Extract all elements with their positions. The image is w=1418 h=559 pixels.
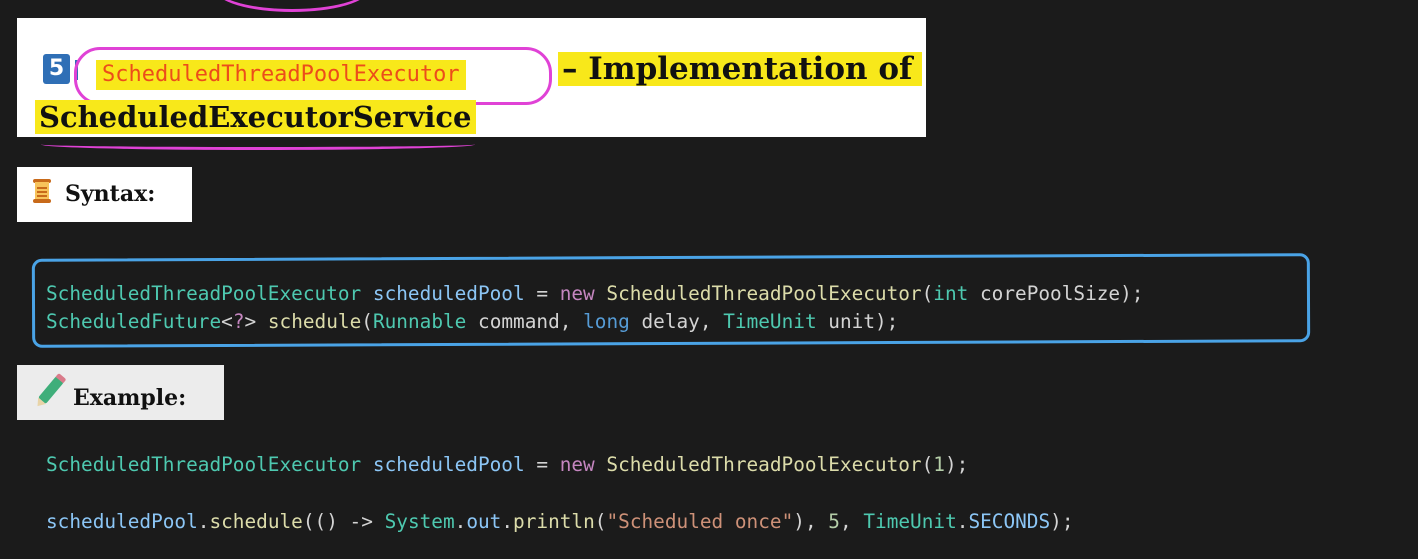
code-token: delay, — [629, 310, 724, 333]
code-token: TimeUnit — [723, 310, 817, 333]
code-token: ScheduledThreadPoolExecutor — [46, 453, 362, 476]
example-label: Example: — [17, 365, 224, 420]
code-line: ScheduledThreadPoolExecutor scheduledPoo… — [46, 451, 968, 479]
code-token: schedule — [209, 510, 303, 533]
code-token: . — [197, 510, 210, 533]
annotation-underline — [41, 139, 475, 150]
code-token: ? — [232, 310, 245, 333]
code-token: ); — [944, 453, 969, 476]
code-token: ), — [793, 510, 829, 533]
code-token: = — [524, 453, 560, 476]
code-token: SECONDS — [968, 510, 1051, 533]
code-token: ( — [921, 453, 934, 476]
code-token: new — [559, 282, 595, 305]
code-token: 5 — [828, 510, 840, 533]
code-token: new — [559, 453, 595, 476]
number-5-icon: 5 — [43, 54, 78, 84]
example-label-text: Example: — [73, 385, 187, 411]
code-token: TimeUnit — [863, 510, 957, 533]
annotation-circle — [74, 47, 552, 105]
code-token: . — [454, 510, 467, 533]
code-token: ( — [361, 310, 373, 333]
title-rest: – Implementation of — [558, 52, 923, 86]
pencil-icon — [38, 376, 64, 404]
code-token: > — [244, 310, 268, 333]
syntax-label-text: Syntax: — [65, 181, 156, 207]
code-token: schedule — [267, 310, 362, 333]
example-code-line: scheduledPool.schedule(() -> System.out.… — [46, 508, 1074, 536]
code-token: "Scheduled once" — [606, 510, 794, 533]
code-token: println — [513, 510, 595, 533]
code-token: scheduledPool — [46, 510, 198, 533]
code-token: . — [956, 510, 969, 533]
code-token: scheduledPool — [372, 453, 525, 476]
code-token: 1 — [933, 453, 945, 476]
code-token: < — [221, 310, 233, 333]
code-token: ScheduledFuture — [46, 310, 222, 333]
scroll-icon — [33, 179, 51, 203]
code-token: Runnable — [372, 310, 467, 333]
code-token: System — [384, 510, 455, 533]
title-line2: ScheduledExecutorService — [35, 100, 476, 134]
code-token: command, — [466, 310, 584, 333]
code-token: ( — [594, 510, 607, 533]
code-token: ScheduledThreadPoolExecutor — [606, 453, 922, 476]
code-token: ScheduledThreadPoolExecutor — [606, 282, 922, 305]
code-token: = — [524, 282, 560, 305]
code-line: scheduledPool.schedule(() -> System.out.… — [46, 508, 1074, 536]
annotation-arc — [215, 0, 369, 12]
code-token: ( — [921, 282, 934, 305]
code-token: scheduledPool — [372, 282, 525, 305]
code-token: (() -> — [302, 510, 385, 533]
code-token: unit); — [816, 310, 899, 333]
code-token: ); — [1050, 510, 1074, 533]
syntax-code-block: ScheduledThreadPoolExecutor scheduledPoo… — [46, 280, 1143, 336]
code-token: corePoolSize); — [968, 282, 1144, 305]
code-line: ScheduledThreadPoolExecutor scheduledPoo… — [46, 280, 1143, 308]
code-token: ScheduledThreadPoolExecutor — [46, 282, 362, 305]
example-code-line: ScheduledThreadPoolExecutor scheduledPoo… — [46, 451, 968, 479]
code-token: long — [583, 310, 630, 333]
code-token: int — [933, 282, 969, 305]
code-line: ScheduledFuture<?> schedule(Runnable com… — [46, 308, 1143, 336]
code-token: . — [501, 510, 514, 533]
syntax-label: Syntax: — [17, 167, 192, 222]
code-token: , — [839, 510, 864, 533]
code-token: out — [466, 510, 502, 533]
title-card: 5 ScheduledThreadPoolExecutor – Implemen… — [17, 18, 926, 150]
